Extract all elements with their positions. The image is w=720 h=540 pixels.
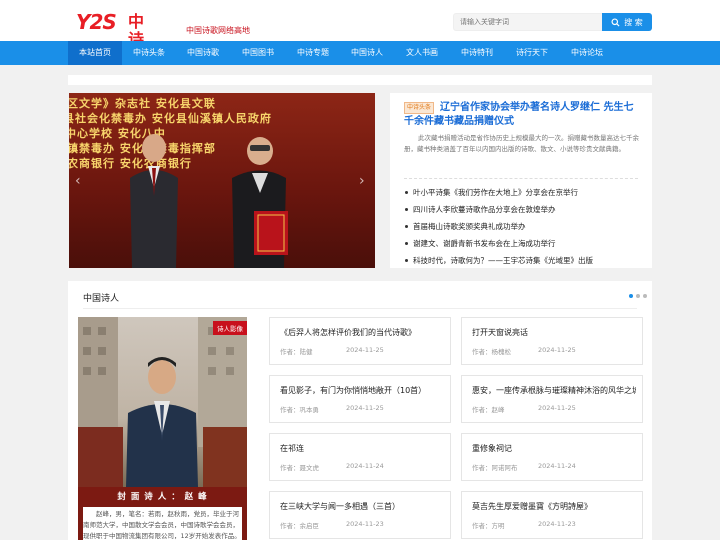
search-button-label: 搜 索 [624,17,643,27]
ad-strip [68,75,652,85]
site-header: Y2S 中诗网 中国诗歌网络高地 搜 索 [0,0,720,67]
banner-text: 中心学校 安化八中 [69,127,166,140]
nav-item-calligraphy[interactable]: 文人书画 [395,41,449,65]
photo-slider[interactable]: 区文学》杂志社 安化县文联 县社会化禁毒办 安化县仙溪镇人民政府 中心学校 安化… [69,93,375,268]
site-slogan: 中国诗歌网络高地 [186,26,250,35]
headline-panel: 辽宁省作家协会举办著名诗人罗继仁 先生七千余件藏书藏品捐赠仪式 中诗头条 此次藏… [390,93,652,268]
article-title: 看见影子，有门为你悄悄地敞开（10首） [280,386,427,395]
article-author: 作者：方明 [472,522,505,530]
dot-icon[interactable] [629,294,633,298]
divider [83,308,637,309]
article-card[interactable]: 打开天窗说亮话 作者：杨槐松 2024-11-25 [461,317,643,365]
main-nav: 本站首页 中诗头条 中国诗歌 中国图书 中诗专题 中国诗人 文人书画 中诗特刊 … [0,41,720,65]
article-author: 作者：赵峰 [472,406,505,414]
nav-item-special[interactable]: 中诗特刊 [450,41,504,65]
banner-text: 县社会化禁毒办 安化县仙溪镇人民政府 [69,112,272,125]
article-author: 作者：陆健 [280,348,313,356]
article-date: 2024-11-23 [538,520,576,528]
person-figure [130,134,178,268]
poet-description: 赵峰，男，笔名：若雨，赵秋雨，党员，毕业于河南师范大学，中国散文学会会员，中国诗… [83,507,242,540]
article-date: 2024-11-25 [538,404,576,412]
dot-icon[interactable] [643,294,647,298]
list-item[interactable]: 首届梅山诗歌奖颁奖典礼成功举办 [404,218,640,235]
article-title: 重修象祠记 [472,444,512,453]
logo-mark: Y2S [76,10,117,34]
article-date: 2024-11-25 [538,346,576,354]
list-item[interactable]: 科技时代，诗歌何为？——王宇芯诗集《光域里》出版 [404,252,640,269]
section-title: 中国诗人 [83,294,120,304]
article-card[interactable]: 莫吉先生厚爱赠墨寶《方明詩屋》 作者：方明 2024-11-23 [461,491,643,539]
poet-photo-graphic [78,317,247,487]
site-logo[interactable]: Y2S 中诗网 [76,10,146,67]
headline-summary: 此次藏书捐赠活动是省作协历史上规模最大的一次。捐赠藏书数量高达七千余册，藏书种类… [404,134,639,153]
banner-text: 农商银行 安化农商银行 [69,157,192,170]
nav-item-topics[interactable]: 中诗专题 [286,41,340,65]
search-icon [611,17,620,27]
article-card[interactable]: 惠安，一座传承根脉与璀璨精神沐浴的风华之城 作者：赵峰 2024-11-25 [461,375,643,423]
list-item[interactable]: 叶小平诗集《我们劳作在大地上》分享会在京举行 [404,184,640,201]
nav-item-poets[interactable]: 中国诗人 [340,41,394,65]
slider-next-icon[interactable]: › [359,173,365,189]
article-author: 作者：聂文虎 [280,464,319,472]
article-author: 作者：余启臣 [280,522,319,530]
article-title: 打开天窗说亮话 [472,328,528,337]
headline-tag: 中诗头条 [404,102,435,114]
nav-item-home[interactable]: 本站首页 [68,41,122,65]
search-button[interactable]: 搜 索 [602,13,652,31]
slider-prev-icon[interactable]: ‹ [75,173,81,189]
article-author: 作者：杨槐松 [472,348,511,356]
list-item[interactable]: 谢建文、谢爵青新书发布会在上海成功举行 [404,235,640,252]
nav-item-headlines[interactable]: 中诗头条 [122,41,176,65]
featured-poet-card[interactable]: 诗人影像 封 面 诗 人 ： 赵 峰 赵峰，男，笔名：若雨，赵秋雨，党员，毕业于… [78,317,247,540]
headline-title[interactable]: 辽宁省作家协会举办著名诗人罗继仁 先生七千余件藏书藏品捐赠仪式 [404,101,640,129]
article-date: 2024-11-24 [346,462,384,470]
article-card[interactable]: 重修象祠记 作者：阿诺阿布 2024-11-24 [461,433,643,481]
article-author: 作者：巩本勇 [280,406,319,414]
article-card[interactable]: 看见影子，有门为你悄悄地敞开（10首） 作者：巩本勇 2024-11-25 [269,375,451,423]
poets-section: 中国诗人 诗人影像 封 面 诗 人 ： 赵 峰 赵峰，男，笔名：若雨，赵秋雨，党… [68,281,652,540]
dot-icon[interactable] [636,294,640,298]
banner-text: 区文学》杂志社 安化县文联 [69,97,216,110]
divider [404,178,638,179]
poet-photo [78,317,247,487]
nav-item-forum[interactable]: 中诗论坛 [560,41,614,65]
article-title: 莫吉先生厚爱赠墨寶《方明詩屋》 [472,502,592,511]
article-title: 《后羿人将怎样评价我们的当代诗歌》 [280,328,416,337]
article-title: 惠安，一座传承根脉与璀璨精神沐浴的风华之城 [472,386,636,395]
article-date: 2024-11-25 [346,346,384,354]
article-date: 2024-11-23 [346,520,384,528]
nav-item-poetry[interactable]: 中国诗歌 [176,41,230,65]
article-card[interactable]: 在祁连 作者：聂文虎 2024-11-24 [269,433,451,481]
person-figure [232,137,288,268]
search-input[interactable] [453,13,603,31]
news-list: 叶小平诗集《我们劳作在大地上》分享会在京举行 四川诗人李欣蔓诗歌作品分享会在敦煌… [404,184,640,269]
carousel-dots [629,294,647,298]
poet-tag: 诗人影像 [213,321,247,335]
article-card[interactable]: 在三峡大学与闻一多相遇（三首） 作者：余启臣 2024-11-23 [269,491,451,539]
article-card[interactable]: 《后羿人将怎样评价我们的当代诗歌》 作者：陆健 2024-11-25 [269,317,451,365]
list-item[interactable]: 四川诗人李欣蔓诗歌作品分享会在敦煌举办 [404,201,640,218]
article-title: 在祁连 [280,444,304,453]
nav-item-books[interactable]: 中国图书 [231,41,285,65]
nav-item-world[interactable]: 诗行天下 [505,41,559,65]
poet-caption: 封 面 诗 人 ： 赵 峰 [117,492,208,502]
article-date: 2024-11-24 [538,462,576,470]
article-author: 作者：阿诺阿布 [472,464,518,472]
article-title: 在三峡大学与闻一多相遇（三首） [280,502,400,511]
article-date: 2024-11-25 [346,404,384,412]
banner-text: 镇禁毒办 安化县禁毒指挥部 [69,142,216,155]
